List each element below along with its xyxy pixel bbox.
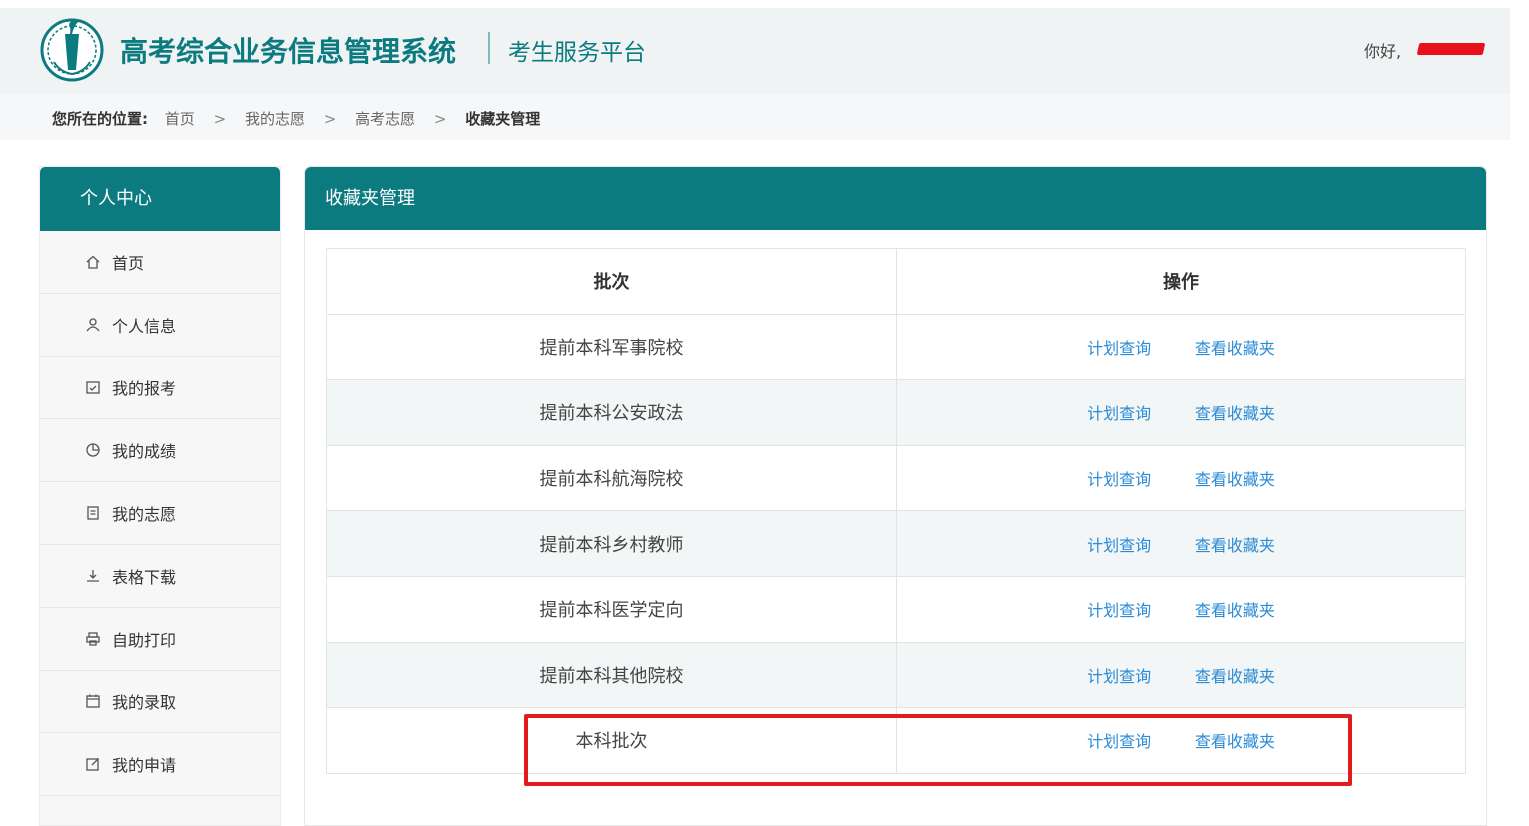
view-favorites-link[interactable]: 查看收藏夹 xyxy=(1195,597,1275,621)
platform-subtitle: 考生服务平台 xyxy=(508,40,646,66)
view-favorites-link[interactable]: 查看收藏夹 xyxy=(1195,663,1275,687)
breadcrumb-lead: 您所在的位置: xyxy=(52,110,148,128)
batch-cell: 提前本科航海院校 xyxy=(326,444,897,512)
actions-cell: 计划查询 查看收藏夹 xyxy=(896,313,1466,381)
batch-cell: 提前本科医学定向 xyxy=(326,575,897,643)
actions-cell: 计划查询 查看收藏夹 xyxy=(896,510,1466,577)
sidebar-item-my-volunteer[interactable]: 我的志愿 xyxy=(40,482,280,545)
breadcrumb-current: 收藏夹管理 xyxy=(465,110,541,128)
panel-title: 收藏夹管理 xyxy=(305,167,1486,230)
view-favorites-link[interactable]: 查看收藏夹 xyxy=(1195,532,1275,556)
sidebar-item-label: 我的志愿 xyxy=(112,505,177,525)
table-row: 本科批次 计划查询 查看收藏夹 xyxy=(326,707,1466,774)
sidebar: 个人中心 首页 个人信息 我的报考 我的成绩 我的志愿 表格下载 自助打印 我的… xyxy=(39,166,281,826)
sidebar-item-label: 个人信息 xyxy=(112,316,177,336)
breadcrumb-separator: > xyxy=(323,110,337,128)
view-favorites-link[interactable]: 查看收藏夹 xyxy=(1195,728,1275,752)
breadcrumb-separator: > xyxy=(213,110,227,128)
table-row: 提前本科乡村教师 计划查询 查看收藏夹 xyxy=(326,510,1466,577)
column-header-actions: 操作 xyxy=(896,248,1466,315)
table-header-row: 批次 操作 xyxy=(326,248,1466,315)
breadcrumb: 您所在的位置: 首页 > 我的志愿 > 高考志愿 > 收藏夹管理 xyxy=(52,108,540,129)
printer-icon xyxy=(84,630,102,648)
redacted-username xyxy=(1416,43,1486,55)
sidebar-item-label: 我的申请 xyxy=(112,756,177,776)
actions-cell: 计划查询 查看收藏夹 xyxy=(896,707,1466,774)
table-row: 提前本科医学定向 计划查询 查看收藏夹 xyxy=(326,575,1466,643)
favorites-panel: 收藏夹管理 批次 操作 提前本科军事院校 计划查询 查看收藏夹 提前本科公安政法… xyxy=(304,166,1487,826)
column-header-batch: 批次 xyxy=(326,248,897,315)
table-row: 提前本科军事院校 计划查询 查看收藏夹 xyxy=(326,313,1466,381)
sidebar-item-label: 首页 xyxy=(112,253,145,273)
sidebar-item-self-print[interactable]: 自助打印 xyxy=(40,607,280,671)
sidebar-item-label: 表格下载 xyxy=(112,567,177,587)
actions-cell: 计划查询 查看收藏夹 xyxy=(896,575,1466,643)
breadcrumb-home[interactable]: 首页 xyxy=(165,110,195,128)
view-favorites-link[interactable]: 查看收藏夹 xyxy=(1195,400,1275,424)
sidebar-item-home[interactable]: 首页 xyxy=(40,231,280,294)
edit-icon xyxy=(84,755,102,773)
sidebar-item-label: 自助打印 xyxy=(112,630,177,650)
plan-query-link[interactable]: 计划查询 xyxy=(1087,663,1151,687)
sidebar-item-my-application[interactable]: 我的申请 xyxy=(40,733,280,797)
sidebar-item-personal-info[interactable]: 个人信息 xyxy=(40,293,280,357)
sidebar-item-label: 我的报考 xyxy=(112,379,177,399)
plan-query-link[interactable]: 计划查询 xyxy=(1087,532,1151,556)
actions-cell: 计划查询 查看收藏夹 xyxy=(896,444,1466,512)
emblem-logo-icon xyxy=(40,18,104,82)
user-icon xyxy=(84,316,102,334)
plan-query-link[interactable]: 计划查询 xyxy=(1087,597,1151,621)
sidebar-item-label: 我的录取 xyxy=(112,693,177,713)
batch-cell: 提前本科公安政法 xyxy=(326,379,897,446)
breadcrumb-bar: 您所在的位置: 首页 > 我的志愿 > 高考志愿 > 收藏夹管理 xyxy=(0,94,1510,140)
plan-query-link[interactable]: 计划查询 xyxy=(1087,400,1151,424)
download-icon xyxy=(84,567,102,585)
batch-cell: 本科批次 xyxy=(326,707,897,774)
sidebar-item-my-scores[interactable]: 我的成绩 xyxy=(40,419,280,483)
pie-chart-icon xyxy=(84,441,102,459)
sidebar-item-label: 我的成绩 xyxy=(112,442,177,462)
top-header: 高考综合业务信息管理系统 考生服务平台 你好, xyxy=(0,8,1510,94)
plan-query-link[interactable]: 计划查询 xyxy=(1087,728,1151,752)
sidebar-item-my-admission[interactable]: 我的录取 xyxy=(40,670,280,734)
view-favorites-link[interactable]: 查看收藏夹 xyxy=(1195,466,1275,490)
user-greeting: 你好, xyxy=(1364,42,1402,61)
plan-query-link[interactable]: 计划查询 xyxy=(1087,335,1151,359)
calendar-icon xyxy=(84,692,102,710)
breadcrumb-gaokao-volunteer[interactable]: 高考志愿 xyxy=(355,110,415,128)
document-icon xyxy=(84,504,102,522)
batch-cell: 提前本科乡村教师 xyxy=(326,510,897,577)
batch-cell: 提前本科军事院校 xyxy=(326,313,897,381)
view-favorites-link[interactable]: 查看收藏夹 xyxy=(1195,335,1275,359)
system-title: 高考综合业务信息管理系统 xyxy=(120,35,457,68)
breadcrumb-my-volunteer[interactable]: 我的志愿 xyxy=(245,110,305,128)
batch-cell: 提前本科其他院校 xyxy=(326,641,897,709)
sidebar-title: 个人中心 xyxy=(40,167,280,231)
title-divider xyxy=(488,32,490,64)
home-icon xyxy=(84,253,102,271)
table-row: 提前本科航海院校 计划查询 查看收藏夹 xyxy=(326,444,1466,512)
breadcrumb-separator: > xyxy=(433,110,447,128)
calendar-check-icon xyxy=(84,378,102,396)
actions-cell: 计划查询 查看收藏夹 xyxy=(896,641,1466,709)
actions-cell: 计划查询 查看收藏夹 xyxy=(896,379,1466,446)
sidebar-item-form-download[interactable]: 表格下载 xyxy=(40,544,280,608)
plan-query-link[interactable]: 计划查询 xyxy=(1087,466,1151,490)
table-row: 提前本科公安政法 计划查询 查看收藏夹 xyxy=(326,379,1466,446)
table-row: 提前本科其他院校 计划查询 查看收藏夹 xyxy=(326,641,1466,709)
favorites-table: 批次 操作 提前本科军事院校 计划查询 查看收藏夹 提前本科公安政法 计划查询 … xyxy=(326,248,1466,774)
sidebar-item-my-registration[interactable]: 我的报考 xyxy=(40,356,280,420)
